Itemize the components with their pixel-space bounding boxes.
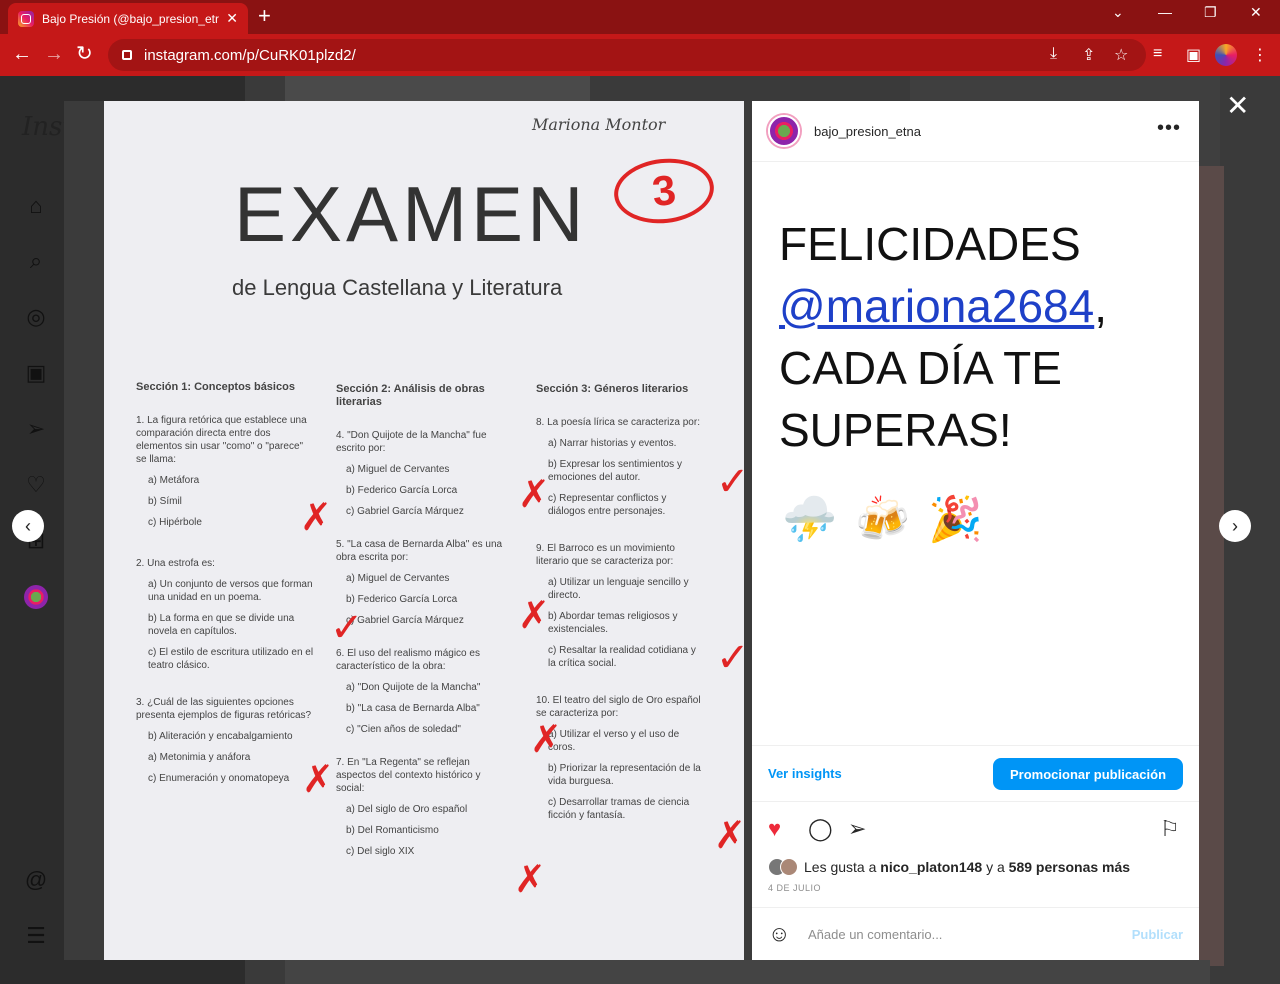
side-panel-icon[interactable]: ▣ <box>1186 45 1201 65</box>
cross-mark: ✗ <box>714 815 746 857</box>
publish-button[interactable]: Publicar <box>1132 927 1183 942</box>
party-emoji: 🎉 <box>928 495 983 544</box>
install-app-icon[interactable]: ⤓ <box>1050 45 1057 63</box>
author-avatar[interactable] <box>768 115 800 147</box>
check-mark: ✓ <box>716 460 750 504</box>
messages-icon[interactable]: ➢ <box>24 417 48 441</box>
previous-post-arrow-icon[interactable]: ‹ <box>12 510 44 542</box>
post-header: bajo_presion_etna ••• <box>752 101 1199 162</box>
comment-input[interactable] <box>808 926 1132 942</box>
address-bar[interactable]: instagram.com/p/CuRK01plzd2/ <box>108 39 1146 71</box>
comment-bar: ☺ Publicar <box>752 907 1199 960</box>
exam-grade: 3 <box>610 153 718 229</box>
cross-mark: ✗ <box>300 497 332 539</box>
check-mark: ✓ <box>330 606 364 650</box>
reload-button[interactable]: ↻ <box>76 42 93 66</box>
emoji-picker-icon[interactable]: ☺ <box>768 921 794 947</box>
url-text: instagram.com/p/CuRK01plzd2/ <box>144 46 356 64</box>
insights-bar: Ver insights Promocionar publicación <box>752 745 1199 802</box>
caption-text: FELICIDADES <box>779 218 1081 270</box>
comment-icon[interactable]: ◯ <box>808 817 833 841</box>
bookmark-star-icon[interactable]: ☆ <box>1114 45 1128 65</box>
forward-button[interactable]: → <box>44 42 64 66</box>
cross-mark: ✗ <box>518 474 550 516</box>
next-post-arrow-icon[interactable]: › <box>1219 510 1251 542</box>
exam-subtitle: de Lengua Castellana y Literatura <box>232 275 563 300</box>
exam-section-1: Sección 1: Conceptos básicos 1. La figur… <box>136 381 314 784</box>
save-bookmark-icon[interactable]: ⚐ <box>1160 817 1180 841</box>
back-button[interactable]: ← <box>12 42 32 66</box>
tab-search-chevron-icon[interactable]: ⌄ <box>1112 4 1124 21</box>
cross-mark: ✗ <box>518 595 550 637</box>
post-caption: FELICIDADES @mariona2684, CADA DÍA TE SU… <box>779 213 1179 461</box>
share-icon[interactable]: ⇪ <box>1082 45 1095 65</box>
instagram-favicon-icon <box>18 10 34 27</box>
share-icon[interactable]: ➢ <box>848 817 866 841</box>
restore-button[interactable]: ❐ <box>1204 4 1217 21</box>
view-insights-link[interactable]: Ver insights <box>768 766 842 781</box>
more-options-icon[interactable]: ••• <box>1157 117 1181 140</box>
browser-menu-icon[interactable]: ⋮ <box>1252 45 1268 65</box>
exam-sheet: Mariona Montor EXAMEN 3 de Lengua Castel… <box>104 101 750 960</box>
lock-icon <box>122 50 132 60</box>
cross-mark: ✗ <box>302 759 334 801</box>
menu-icon[interactable]: ☰ <box>24 924 48 948</box>
storm-emoji: ⛈️ <box>782 495 837 544</box>
author-username[interactable]: bajo_presion_etna <box>814 124 921 139</box>
caption-mention-link[interactable]: @mariona2684 <box>779 280 1094 332</box>
threads-icon[interactable]: @ <box>24 868 48 892</box>
beer-emoji: 🍻 <box>855 495 910 544</box>
search-icon[interactable]: ⌕ <box>24 249 48 273</box>
liker-username-link[interactable]: nico_platon148 <box>880 859 982 875</box>
tab-close-icon[interactable]: ✕ <box>226 10 238 27</box>
liker-avatar <box>780 858 798 876</box>
check-mark: ✓ <box>716 636 750 680</box>
cross-mark: ✗ <box>514 859 546 901</box>
likes-count-link[interactable]: 589 personas más <box>1009 859 1130 875</box>
tab-strip: Bajo Presión (@bajo_presion_etr ✕ + ⌄ — … <box>0 0 1280 34</box>
media-control-icon[interactable]: ≡ <box>1153 45 1162 63</box>
minimize-button[interactable]: — <box>1158 4 1172 20</box>
exam-title: EXAMEN <box>234 170 588 258</box>
new-tab-button[interactable]: + <box>258 5 271 27</box>
like-heart-icon[interactable]: ♥ <box>768 817 781 841</box>
home-icon[interactable]: ⌂ <box>24 194 48 218</box>
post-date: 4 DE JULIO <box>768 883 822 893</box>
explore-icon[interactable]: ◎ <box>24 305 48 329</box>
profile-icon[interactable] <box>24 585 48 609</box>
promote-post-button[interactable]: Promocionar publicación <box>993 758 1183 790</box>
likes-summary: Les gusta a nico_platon148 y a 589 perso… <box>768 858 1130 876</box>
profile-avatar[interactable] <box>1215 44 1237 66</box>
cross-mark: ✗ <box>530 719 562 761</box>
notifications-icon[interactable]: ♡ <box>24 473 48 497</box>
window-close-button[interactable]: ✕ <box>1250 4 1262 21</box>
tab-title: Bajo Presión (@bajo_presion_etr <box>42 11 219 26</box>
exam-section-3: Sección 3: Géneros literarios 8. La poes… <box>536 383 701 821</box>
modal-close-icon[interactable]: ✕ <box>1226 92 1249 120</box>
post-details-panel: bajo_presion_etna ••• FELICIDADES @mario… <box>752 101 1199 960</box>
tab-instagram[interactable]: Bajo Presión (@bajo_presion_etr ✕ <box>8 3 248 34</box>
student-signature: Mariona Montor <box>532 115 666 134</box>
browser-toolbar: ← → ↻ instagram.com/p/CuRK01plzd2/ ⤓ ⇪ ☆… <box>0 34 1280 76</box>
post-photo: Mariona Montor EXAMEN 3 de Lengua Castel… <box>64 101 752 960</box>
reels-icon[interactable]: ▣ <box>24 361 48 385</box>
